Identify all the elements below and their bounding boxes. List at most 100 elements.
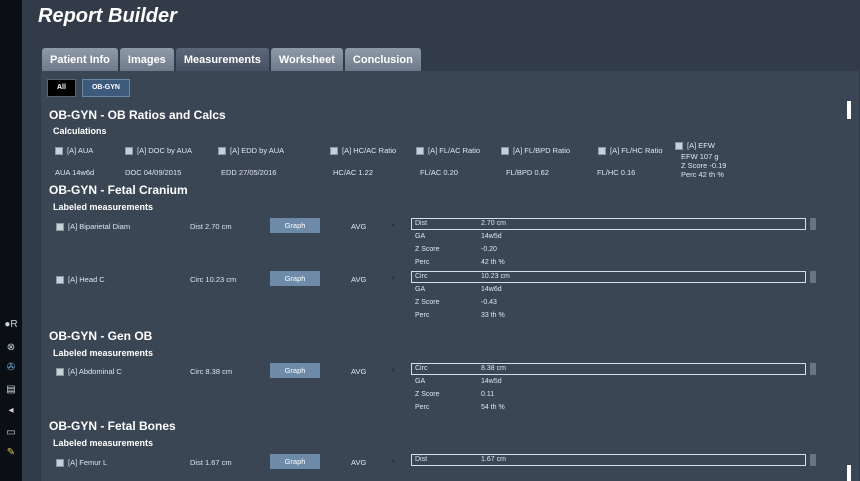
meas-hc-checkbox[interactable]: [A] Head C <box>56 275 105 285</box>
box-value: 2.70 cm <box>481 220 506 227</box>
graph-button-ac[interactable]: Graph <box>270 363 320 378</box>
box-value: 42 th % <box>481 259 505 266</box>
chevron-down-icon[interactable]: ▼ <box>390 223 396 229</box>
box-scroll-femur[interactable] <box>810 454 816 466</box>
box-key: Perc <box>415 259 430 266</box>
graph-button-bpd[interactable]: Graph <box>270 218 320 233</box>
checkbox[interactable] <box>598 147 606 156</box>
image-icon[interactable]: ▭ <box>3 426 19 440</box>
box-key: GA <box>415 233 426 240</box>
checkbox[interactable] <box>218 147 226 156</box>
box-key: Z Score <box>415 246 440 253</box>
method-select-ac[interactable]: AVG <box>351 367 366 376</box>
calc-hcac-checkbox[interactable]: [A] HC/AC Ratio <box>330 146 396 156</box>
box-value: 8.38 cm <box>481 365 506 372</box>
calc-value-doc: DOC 04/09/2015 <box>125 168 182 177</box>
box-value: 0.11 <box>481 391 495 398</box>
calc-flbpd-checkbox[interactable]: [A] FL/BPD Ratio <box>501 146 571 156</box>
meas-ac-value: Circ 8.38 cm <box>190 367 233 376</box>
calc-value-edd: EDD 27/05/2016 <box>221 168 277 177</box>
filter-obgyn-button[interactable]: OB-GYN <box>81 79 130 97</box>
checkbox[interactable] <box>56 276 64 285</box>
meas-ac-checkbox[interactable]: [A] Abdominal C <box>56 367 122 377</box>
chevron-down-icon[interactable]: ▼ <box>390 276 396 282</box>
box-key: Circ <box>415 273 428 280</box>
box-value: 1.67 cm <box>481 456 506 463</box>
box-scroll-ac[interactable] <box>810 363 816 375</box>
checkbox[interactable] <box>416 147 424 156</box>
pen-icon[interactable]: ✎ <box>3 446 19 460</box>
box-value: 14w5d <box>481 233 502 240</box>
method-select-hc[interactable]: AVG <box>351 275 366 284</box>
box-scroll-bpd[interactable] <box>810 218 816 230</box>
chevron-down-icon[interactable]: ▼ <box>390 459 396 465</box>
meas-bpd-value: Dist 2.70 cm <box>190 222 232 231</box>
calc-aua-checkbox[interactable]: [A] AUA <box>55 146 93 156</box>
probe-r-label: R <box>10 319 18 330</box>
checkbox[interactable] <box>56 459 64 468</box>
box-value: 33 th % <box>481 312 505 319</box>
checkbox[interactable] <box>501 147 509 156</box>
calc-flac-checkbox[interactable]: [A] FL/AC Ratio <box>416 146 481 156</box>
graph-button-femur[interactable]: Graph <box>270 454 320 469</box>
meas-box-hc[interactable] <box>411 271 806 283</box>
checkbox[interactable] <box>330 147 338 156</box>
measurements-panel: All OB-GYN OB-GYN - OB Ratios and Calcs … <box>41 71 859 481</box>
tab-bar: Patient Info Images Measurements Workshe… <box>42 48 421 72</box>
filter-all-button[interactable]: All <box>47 79 76 97</box>
meas-label: [A] Abdominal C <box>68 367 122 376</box>
checkbox[interactable] <box>675 142 683 151</box>
checkbox[interactable] <box>56 223 64 232</box>
calc-edd-checkbox[interactable]: [A] EDD by AUA <box>218 146 284 156</box>
tab-patient-info[interactable]: Patient Info <box>42 48 118 72</box>
graph-button-hc[interactable]: Graph <box>270 271 320 286</box>
meas-box-femur[interactable] <box>411 454 806 466</box>
calc-label: [A] FL/AC Ratio <box>428 146 481 155</box>
box-value: 10.23 cm <box>481 273 510 280</box>
scroll-thumb-bottom[interactable] <box>847 465 851 481</box>
calc-efw-checkbox[interactable]: [A] EFW <box>675 141 715 151</box>
meas-box-ac[interactable] <box>411 363 806 375</box>
close-circle-icon[interactable]: ⊗ <box>3 341 19 355</box>
calc-flhc-checkbox[interactable]: [A] FL/HC Ratio <box>598 146 663 156</box>
calc-value-efw-perc: Perc 42 th % <box>681 170 724 179</box>
meas-box-bpd[interactable] <box>411 218 806 230</box>
meas-femur-checkbox[interactable]: [A] Femur L <box>56 458 107 468</box>
checkbox[interactable] <box>56 368 64 377</box>
probe-r-icon[interactable]: ●R <box>3 318 19 332</box>
subsection-labeled-bones: Labeled measurements <box>53 438 154 448</box>
box-key: Perc <box>415 404 430 411</box>
settings-wheel-icon[interactable]: ✇ <box>3 361 19 375</box>
print-icon[interactable]: ▤ <box>3 383 19 397</box>
box-key: Z Score <box>415 391 440 398</box>
meas-femur-value: Dist 1.67 cm <box>190 458 232 467</box>
method-select-bpd[interactable]: AVG <box>351 222 366 231</box>
volume-icon[interactable]: ◂ <box>3 404 19 418</box>
box-value: -0.43 <box>481 299 497 306</box>
left-toolbar: ●R ⊗ ✇ ▤ ◂ ▭ ✎ <box>0 0 22 481</box>
method-select-femur[interactable]: AVG <box>351 458 366 467</box>
panel-scrollbar[interactable] <box>847 101 851 481</box>
meas-hc-value: Circ 10.23 cm <box>190 275 237 284</box>
tab-worksheet[interactable]: Worksheet <box>270 48 343 72</box>
checkbox[interactable] <box>55 147 63 156</box>
tab-images[interactable]: Images <box>119 48 174 72</box>
tab-conclusion[interactable]: Conclusion <box>344 48 421 72</box>
section-title-genob: OB-GYN - Gen OB <box>49 329 153 343</box>
box-key: GA <box>415 378 426 385</box>
box-scroll-hc[interactable] <box>810 271 816 283</box>
calc-label: [A] FL/BPD Ratio <box>513 146 571 155</box>
scroll-thumb-top[interactable] <box>847 101 851 119</box>
meas-bpd-checkbox[interactable]: [A] Biparietal Diam <box>56 222 131 232</box>
checkbox[interactable] <box>125 147 133 156</box>
report-builder-window: Report Builder Patient Info Images Measu… <box>22 0 860 481</box>
calc-label: [A] EFW <box>687 141 715 150</box>
tab-measurements[interactable]: Measurements <box>175 48 269 72</box>
subsection-calculations: Calculations <box>53 126 107 136</box>
calc-doc-checkbox[interactable]: [A] DOC by AUA <box>125 146 192 156</box>
section-title-bones: OB-GYN - Fetal Bones <box>49 419 176 433</box>
calc-label: [A] FL/HC Ratio <box>610 146 663 155</box>
box-value: 14w5d <box>481 378 502 385</box>
meas-label: [A] Biparietal Diam <box>68 222 131 231</box>
chevron-down-icon[interactable]: ▼ <box>390 368 396 374</box>
